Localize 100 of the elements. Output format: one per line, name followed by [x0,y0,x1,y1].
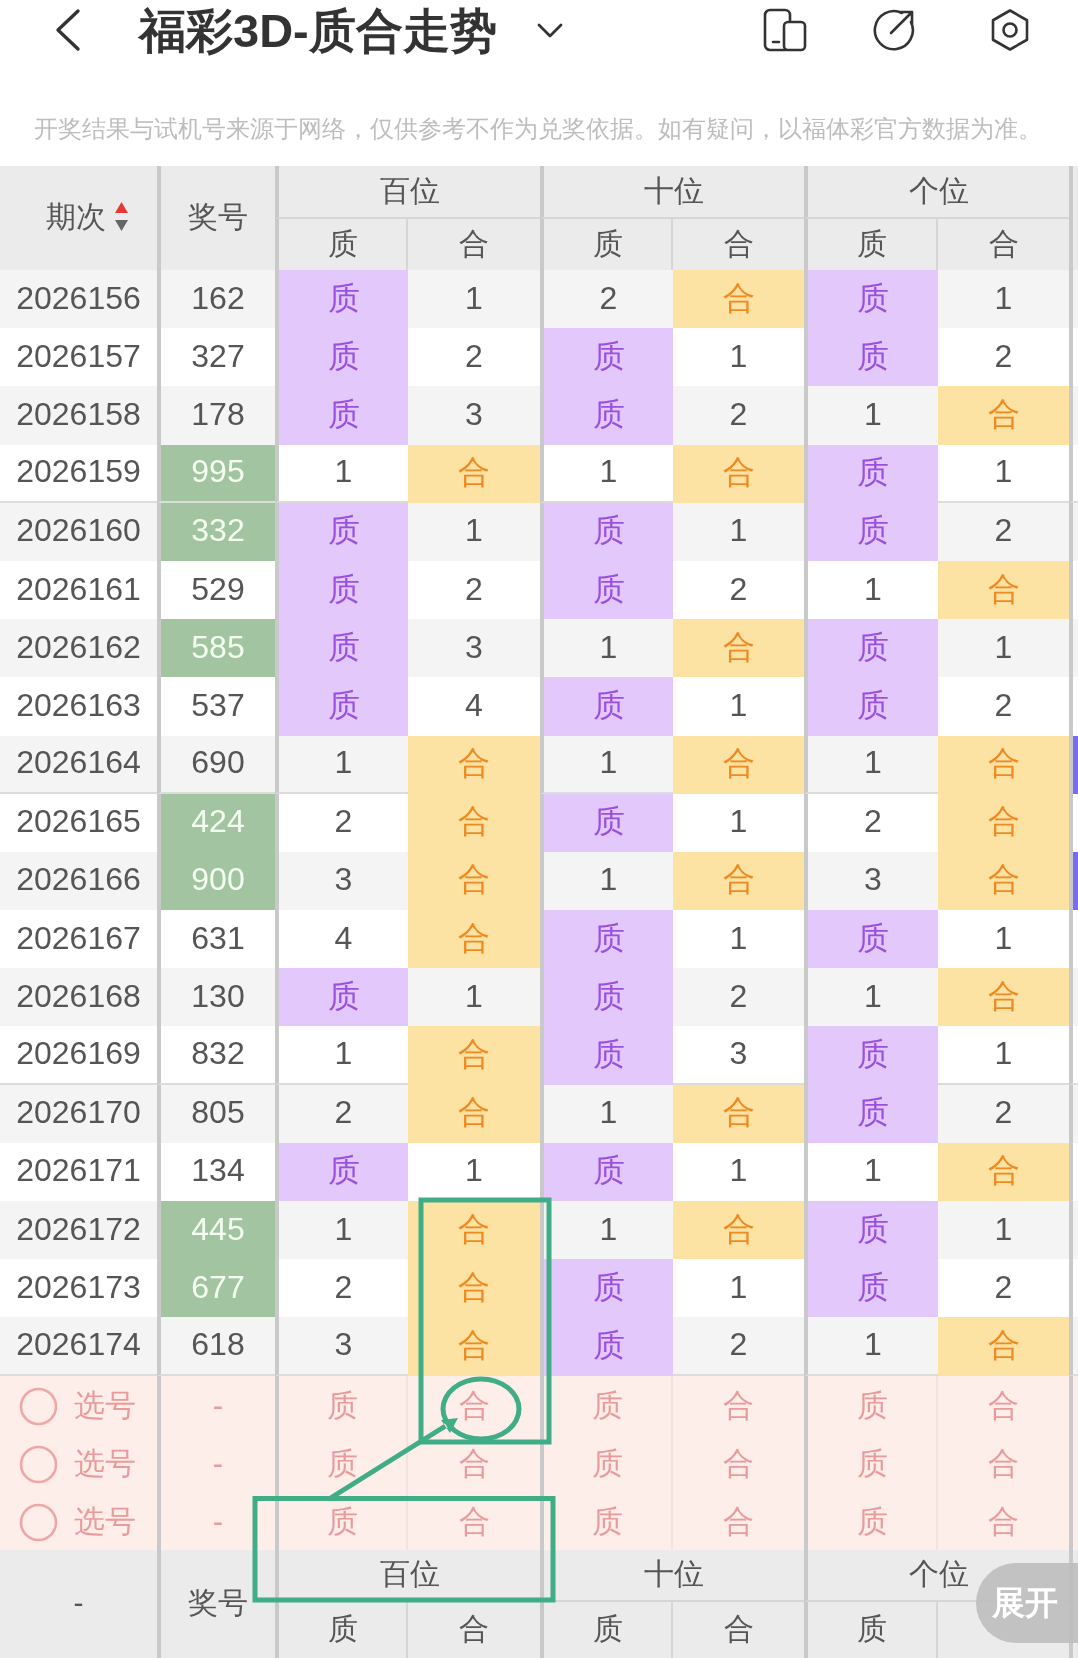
table-cell: 1 [275,1026,408,1085]
table-cell: 2 [673,968,804,1027]
table-cell: 质 [275,502,408,561]
table-cell[interactable]: 合 [673,1375,804,1434]
table-cell: 合 [673,619,804,678]
table-cell: 1 [540,444,673,503]
radio-circle-icon[interactable] [19,1503,58,1543]
table-cell: 2026174 [0,1317,157,1376]
cut-off-cell [1069,1491,1078,1551]
table-cell: 1 [408,968,540,1027]
table-cell: 质 [540,328,673,387]
column-header[interactable]: 期次 [0,166,157,270]
pick-label[interactable]: 选号 [74,1499,136,1546]
column-header: - [0,1550,157,1658]
table-cell: 质 [275,328,408,387]
table-cell: 2 [540,270,673,329]
table-cell: 质 [804,444,938,503]
table-cell: 3 [804,851,938,911]
table-cell: 合 [673,270,804,329]
table-cell: 2 [938,502,1069,561]
radio-circle-icon[interactable] [19,1386,58,1426]
dropdown-caret-icon[interactable] [536,22,563,38]
table-cell[interactable]: 质 [540,1491,673,1551]
table-cell: 质 [275,560,408,620]
table-cell[interactable]: 质 [804,1433,938,1492]
table-cell: 合 [938,386,1069,445]
table-cell: 合 [938,560,1069,620]
table-cell[interactable]: 合 [673,1433,804,1492]
column-header: 十位 [540,1550,804,1603]
column-header: 合 [408,1602,540,1658]
column-header: 质 [540,1602,673,1658]
table-cell: 质 [275,619,408,678]
expand-button[interactable]: 展开 [976,1563,1078,1643]
table-cell: 质 [540,677,673,736]
table-cell: 质 [804,619,938,678]
table-cell: 合 [408,1026,540,1085]
pick-label[interactable]: 选号 [74,1382,136,1430]
table-cell[interactable]: 质 [540,1433,673,1492]
table-cell: 1 [540,1084,673,1143]
table-cell: 合 [408,1259,540,1318]
table-cell: 618 [157,1317,275,1376]
table-cell[interactable]: 质 [804,1491,938,1551]
table-cell: 2 [673,386,804,445]
table-cell[interactable]: 合 [938,1491,1069,1551]
column-header: 合 [673,219,804,270]
table-cell: 质 [275,386,408,445]
table-cell[interactable]: 合 [938,1375,1069,1434]
back-icon[interactable] [53,8,83,52]
column-header: 十位 [540,166,804,219]
column-header-text[interactable]: 期次 [46,194,106,239]
table-cell[interactable]: 质 [540,1375,673,1434]
table-cell: 2 [275,1084,408,1143]
table-cell[interactable]: 质 [275,1375,408,1434]
column-header: 奖号 [157,1550,275,1658]
sort-icon[interactable] [114,201,129,232]
table-cell: 质 [275,968,408,1027]
table-cell: 130 [157,968,275,1027]
radio-circle-icon[interactable] [19,1444,58,1484]
table-cell: 质 [540,910,673,969]
table-cell: 1 [804,968,938,1027]
table-cell: 质 [804,1201,938,1260]
table-cell: 3 [408,386,540,445]
column-header: 质 [804,1602,938,1658]
table-cell: 677 [157,1259,275,1318]
table-cell: 2026170 [0,1084,157,1143]
table-cell: 质 [275,677,408,736]
device-icon[interactable] [763,8,807,52]
table-cell[interactable]: 质 [804,1375,938,1434]
pick-label[interactable]: 选号 [74,1441,136,1488]
column-header: 合 [938,219,1069,270]
table-cell: 质 [540,968,673,1027]
table-cell: 合 [408,1317,540,1376]
table-cell: 690 [157,735,275,794]
table-cell: 3 [275,851,408,911]
table-cell: 合 [673,1201,804,1260]
table-cell[interactable]: 合 [938,1433,1069,1492]
table-cell: 合 [408,910,540,969]
table-cell: 合 [408,735,540,794]
table-cell: 1 [938,1201,1069,1260]
table-cell[interactable]: 质 [275,1433,408,1492]
table-cell: 1 [540,1201,673,1260]
table-cell: 质 [540,793,673,852]
table-cell: 445 [157,1201,275,1260]
column-header: 质 [540,219,673,270]
table-cell: 质 [540,1317,673,1376]
table-cell: 合 [673,444,804,503]
table-cell: 900 [157,851,275,911]
column-header: 个位 [804,166,1069,219]
table-cell[interactable]: 合 [673,1491,804,1551]
table-cell: 1 [804,735,938,794]
table-cell: 合 [673,735,804,794]
column-header: 合 [673,1602,804,1658]
table-cell[interactable]: 合 [408,1491,540,1551]
table-cell: 995 [157,444,275,503]
table-cell: 质 [540,386,673,445]
table-cell: 质 [804,270,938,329]
table-cell: 2026166 [0,851,157,911]
table-cell: - [157,1433,275,1492]
share-icon[interactable] [872,8,916,52]
table-cell: 1 [408,502,540,561]
